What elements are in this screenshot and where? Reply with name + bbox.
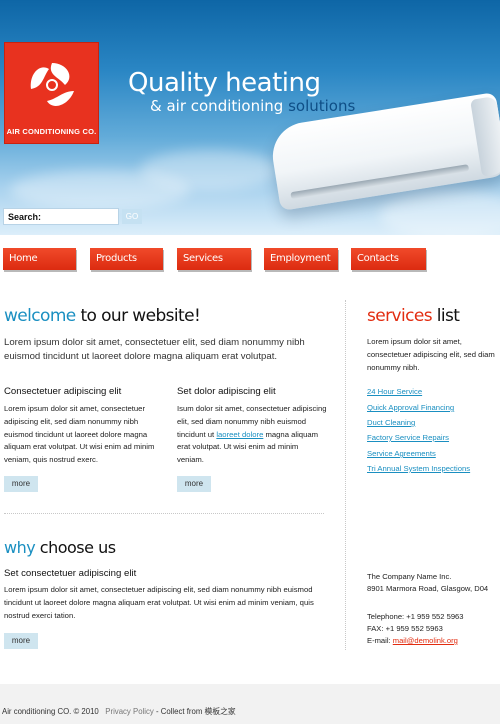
why-text: Lorem ipsum dolor sit amet, consectetuer… [4,585,314,620]
nav-item-contacts[interactable]: Contacts [351,248,426,270]
services-intro-text: Lorem ipsum dolor sit amet, consectetuer… [367,337,495,372]
why-heading: why choose us [4,538,116,557]
contact-email-label: E-mail: [367,636,393,645]
nav-item-employment[interactable]: Employment [264,248,338,270]
footer [0,684,500,724]
col1-heading: Consectetuer adipiscing elit [4,386,122,397]
contact-company: The Company Name Inc. [367,572,452,581]
header-banner: AIR CONDITIONING CO. Quality heating & a… [0,0,500,235]
more-button[interactable]: more [4,476,38,492]
tagline-sub: & air conditioning solutions [150,97,355,115]
footer-copyright: Air conditioning CO. © 2010 [2,707,99,716]
service-link[interactable]: Duct Cleaning [367,418,415,427]
why-heading-accent: why [4,538,36,557]
col2-link[interactable]: laoreet dolore [216,430,263,439]
contact-telephone: Telephone: +1 959 552 5963 [367,612,464,621]
company-logo[interactable]: AIR CONDITIONING CO. [4,42,99,144]
services-heading-accent: services [367,306,433,326]
more-button[interactable]: more [177,476,211,492]
services-heading: services list [367,306,460,326]
why-heading-rest: choose us [35,538,116,557]
section-divider [4,513,324,514]
tagline-sub-part: & air conditioning [150,97,289,115]
services-heading-rest: list [431,306,460,326]
cloud-decoration [10,170,190,210]
privacy-policy-link[interactable]: Privacy Policy [105,707,154,716]
welcome-lead-text: Lorem ipsum dolor sit amet, consectetuer… [4,337,305,362]
swirl-logo-icon [30,63,74,106]
more-button[interactable]: more [4,633,38,649]
logo-text: AIR CONDITIONING CO. [6,127,97,136]
main-nav: Home Products Services Employment Contac… [0,248,500,272]
service-link[interactable]: Service Agreements [367,449,436,458]
contact-email-link[interactable]: mail@demolink.org [393,636,458,645]
nav-item-home[interactable]: Home [3,248,76,270]
welcome-heading-accent: welcome [4,306,76,326]
welcome-heading: welcome to our website! [4,306,201,326]
service-link[interactable]: Quick Approval Financing [367,403,454,412]
cloud-decoration [380,190,500,235]
contact-email-row: E-mail: mail@demolink.org [367,636,458,645]
tagline-main: Quality heating [128,68,321,98]
nav-item-products[interactable]: Products [90,248,163,270]
search-go-button[interactable]: GO [122,209,142,224]
col1-text: Lorem ipsum dolor sit amet, consectetuer… [4,404,155,465]
nav-item-services[interactable]: Services [177,248,251,270]
footer-text: Air conditioning CO. © 2010 Privacy Poli… [2,706,236,717]
contact-address: 8901 Marmora Road, Glasgow, D04 [367,584,489,593]
column-divider [345,300,346,650]
ac-edge [470,95,500,178]
search-label: Search: [8,212,42,222]
service-link[interactable]: 24 Hour Service [367,387,422,396]
why-subheading: Set consectetuer adipiscing elit [4,568,137,579]
service-link[interactable]: Factory Service Repairs [367,433,449,442]
contact-fax: FAX: +1 959 552 5963 [367,624,443,633]
tagline-sub-highlight: solutions [288,97,356,115]
footer-site-link[interactable]: 模板之家 [204,707,235,716]
footer-collect: - Collect from [153,707,205,716]
col2-heading: Set dolor adipiscing elit [177,386,276,397]
service-link[interactable]: Tri Annual System Inspections [367,464,470,473]
col2-text: Isum dolor sit amet, consectetuer adipis… [177,403,327,467]
welcome-heading-rest: to our website! [75,306,201,326]
